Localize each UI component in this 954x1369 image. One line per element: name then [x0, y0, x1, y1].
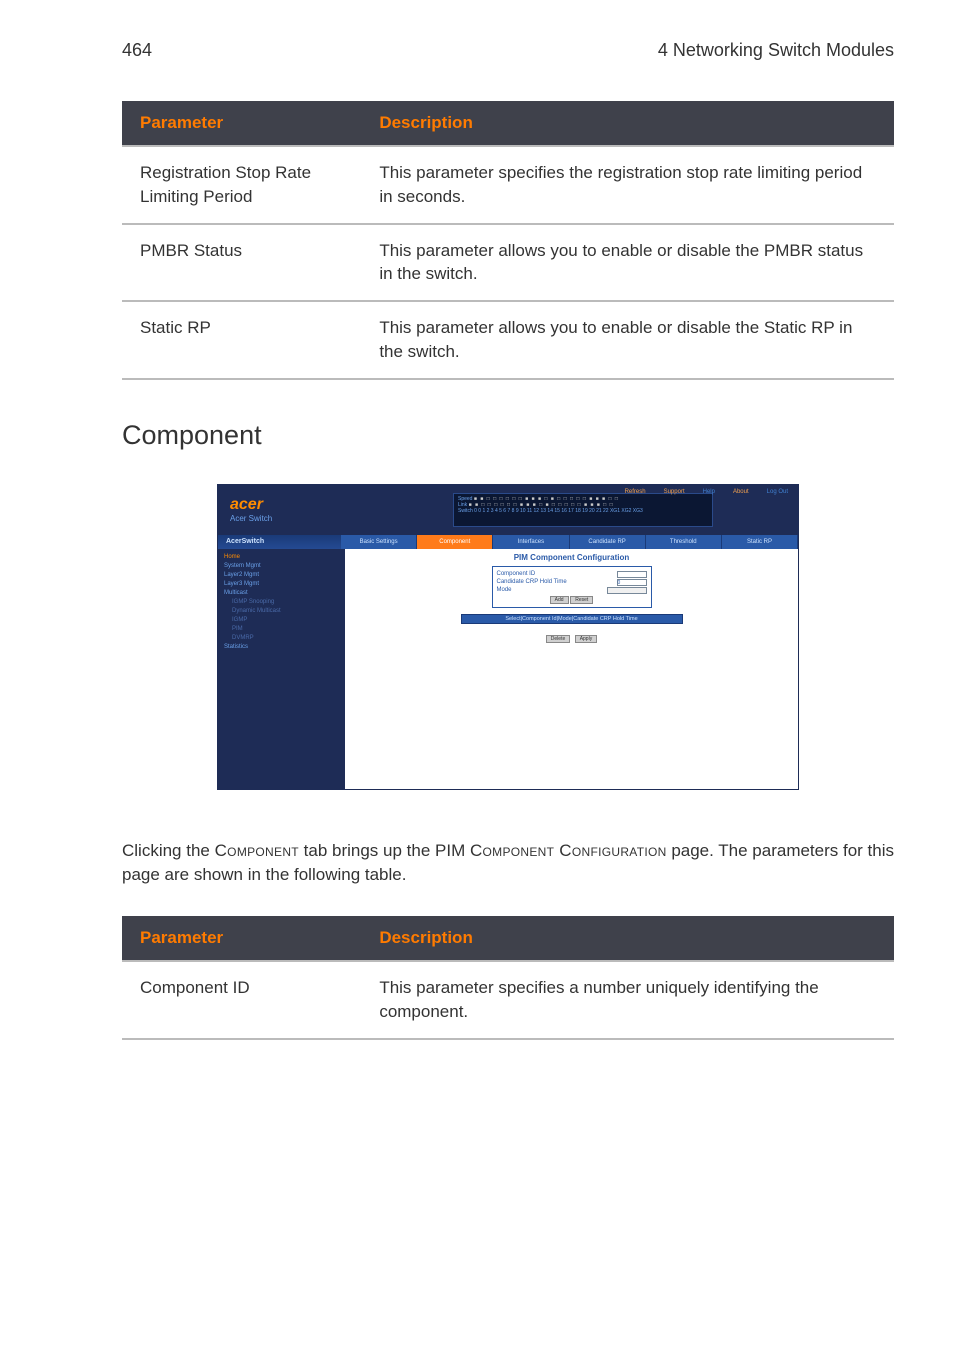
- sidebar-sub[interactable]: DVMRP: [224, 634, 339, 643]
- form-row-crp-hold: Candidate CRP Hold Time 0: [497, 579, 647, 586]
- sidebar-sub[interactable]: Dynamic Multicast: [224, 607, 339, 616]
- section-title-component: Component: [122, 420, 894, 451]
- brand-logo: acer: [230, 496, 263, 513]
- sidebar-home[interactable]: Home: [224, 553, 339, 562]
- desc-cell: This parameter allows you to enable or d…: [361, 301, 894, 379]
- sidebar-item[interactable]: Statistics: [224, 643, 339, 652]
- sidebar-item[interactable]: Multicast: [224, 589, 339, 598]
- table-row: PMBR Status This parameter allows you to…: [122, 224, 894, 302]
- param-cell: Static RP: [122, 301, 361, 379]
- panel-line-nums: Switch 0 0 1 2 3 4 5 6 7 8 9 10 11 12 13…: [458, 508, 708, 514]
- sidebar-item[interactable]: Layer3 Mgmt: [224, 580, 339, 589]
- input-component-id[interactable]: [617, 571, 647, 578]
- tab-interfaces[interactable]: Interfaces: [493, 535, 569, 549]
- panel-title: PIM Component Configuration: [345, 549, 798, 564]
- nav-title: AcerSwitch: [218, 538, 341, 545]
- sc-component: Component: [215, 841, 299, 860]
- config-form: Component ID Candidate CRP Hold Time 0 M…: [492, 566, 652, 608]
- ss-nav: AcerSwitch Basic Settings Component Inte…: [218, 535, 798, 549]
- description-paragraph: Clicking the Component tab brings up the…: [122, 839, 894, 888]
- tab-candidate-rp[interactable]: Candidate RP: [570, 535, 646, 549]
- chapter-title: 4 Networking Switch Modules: [658, 40, 894, 61]
- sidebar-item[interactable]: Layer2 Mgmt: [224, 571, 339, 580]
- nav-tabs: Basic Settings Component Interfaces Cand…: [341, 535, 798, 549]
- sc-component-config: Component Configuration: [470, 841, 667, 860]
- sidebar-item[interactable]: System Mgmt: [224, 562, 339, 571]
- col-description: Description: [361, 916, 894, 961]
- table-row: Registration Stop Rate Limiting Period T…: [122, 146, 894, 224]
- tab-component[interactable]: Component: [417, 535, 493, 549]
- desc-cell: This parameter allows you to enable or d…: [361, 224, 894, 302]
- table-row: Static RP This parameter allows you to e…: [122, 301, 894, 379]
- tab-threshold[interactable]: Threshold: [646, 535, 722, 549]
- parameter-table-1: Parameter Description Registration Stop …: [122, 101, 894, 380]
- port-status-panel: Speed ■ ■ □ □ □ □ □ □ ■ ■ ■ □ ■ □ □ □ □ …: [453, 493, 713, 527]
- col-description: Description: [361, 101, 894, 146]
- add-button[interactable]: Add: [550, 596, 569, 604]
- param-cell: Component ID: [122, 961, 361, 1039]
- link-refresh[interactable]: Refresh: [625, 489, 646, 495]
- label-crp-hold: Candidate CRP Hold Time: [497, 579, 567, 585]
- page-header: 464 4 Networking Switch Modules: [122, 40, 894, 61]
- param-cell: Registration Stop Rate Limiting Period: [122, 146, 361, 224]
- link-support[interactable]: Support: [664, 489, 685, 495]
- col-parameter: Parameter: [122, 101, 361, 146]
- link-logout[interactable]: Log Out: [767, 489, 788, 495]
- param-cell: PMBR Status: [122, 224, 361, 302]
- form-row-mode: Mode: [497, 587, 647, 594]
- form-row-component-id: Component ID: [497, 571, 647, 578]
- delete-button[interactable]: Delete: [546, 635, 570, 643]
- parameter-table-2: Parameter Description Component ID This …: [122, 916, 894, 1040]
- input-crp-hold[interactable]: 0: [617, 579, 647, 586]
- sidebar-sub[interactable]: IGMP: [224, 616, 339, 625]
- link-about[interactable]: About: [733, 489, 749, 495]
- brand-subtitle: Acer Switch: [230, 514, 272, 523]
- col-parameter: Parameter: [122, 916, 361, 961]
- ui-screenshot: acer Acer Switch Speed ■ ■ □ □ □ □ □ □ ■…: [218, 485, 798, 789]
- reset-button[interactable]: Reset: [570, 596, 593, 604]
- apply-button[interactable]: Apply: [575, 635, 598, 643]
- top-links: Refresh Support Help About Log Out: [625, 489, 788, 495]
- grid-header: Select|Component Id|Mode|Candidate CRP H…: [461, 614, 683, 624]
- page-number: 464: [122, 40, 152, 61]
- ss-topbar: acer Acer Switch Speed ■ ■ □ □ □ □ □ □ ■…: [218, 485, 798, 535]
- table-row: Component ID This parameter specifies a …: [122, 961, 894, 1039]
- select-mode[interactable]: [607, 587, 647, 594]
- label-component-id: Component ID: [497, 571, 536, 577]
- desc-cell: This parameter specifies a number unique…: [361, 961, 894, 1039]
- link-help[interactable]: Help: [703, 489, 715, 495]
- sidebar: Home System Mgmt Layer2 Mgmt Layer3 Mgmt…: [218, 549, 345, 789]
- label-mode: Mode: [497, 587, 512, 593]
- main-panel: PIM Component Configuration Component ID…: [345, 549, 798, 789]
- sidebar-sub[interactable]: IGMP Snooping: [224, 598, 339, 607]
- desc-cell: This parameter specifies the registratio…: [361, 146, 894, 224]
- sidebar-sub-pim[interactable]: PIM: [224, 625, 339, 634]
- tab-static-rp[interactable]: Static RP: [722, 535, 798, 549]
- tab-basic-settings[interactable]: Basic Settings: [341, 535, 417, 549]
